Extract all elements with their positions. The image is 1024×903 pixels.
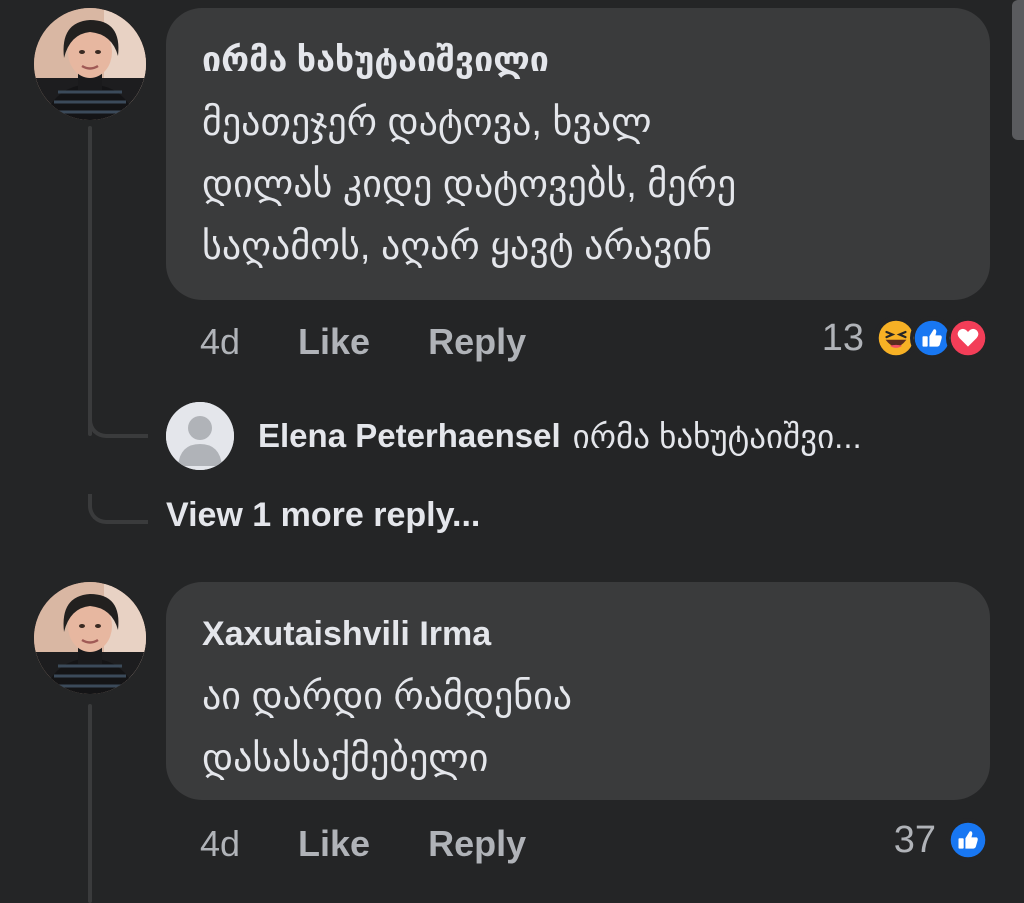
reply-button[interactable]: Reply <box>428 823 526 865</box>
like-button[interactable]: Like <box>298 321 370 363</box>
comment-text: აი დარდი რამდენია დასასაქმებელი <box>202 676 573 780</box>
avatar[interactable] <box>34 582 146 694</box>
reply-text: ირმა ხახუტაიშვი... <box>572 417 862 455</box>
comment-timestamp[interactable]: 4d <box>200 823 240 865</box>
profile-photo <box>34 8 146 120</box>
thread-branch <box>88 494 148 524</box>
comment-actions: 4d Like Reply <box>200 320 584 364</box>
reply-button[interactable]: Reply <box>428 321 526 363</box>
scrollbar-thumb[interactable] <box>1012 0 1024 140</box>
reactions-summary[interactable]: 37 <box>894 818 990 862</box>
comment-author[interactable]: Xaxutaishvili Irma <box>202 612 954 656</box>
default-avatar-icon[interactable] <box>166 402 234 470</box>
reaction-count: 37 <box>893 818 936 861</box>
like-icon <box>946 818 990 862</box>
comment-text: მეათეჯერ დატოვა, ხვალ დილას კიდე დატოვებ… <box>202 102 737 268</box>
comments-thread: ირმა ხახუტაიშვილი მეათეჯერ დატოვა, ხვალ … <box>0 0 1024 903</box>
reaction-count: 13 <box>821 316 864 359</box>
like-button[interactable]: Like <box>298 823 370 865</box>
comment-actions: 4d Like Reply <box>200 822 584 866</box>
reply-author[interactable]: Elena Peterhaensel <box>258 417 561 455</box>
scrollbar[interactable] <box>1010 0 1024 140</box>
love-icon <box>946 316 990 360</box>
reply-preview[interactable]: Elena Peterhaensel ირმა ხახუტაიშვი... <box>166 402 862 470</box>
thread-line <box>88 704 92 903</box>
thread-branch <box>88 408 148 438</box>
comment-bubble[interactable]: ირმა ხახუტაიშვილი მეათეჯერ დატოვა, ხვალ … <box>166 8 990 300</box>
avatar[interactable] <box>34 8 146 120</box>
comment-bubble[interactable]: Xaxutaishvili Irma აი დარდი რამდენია დას… <box>166 582 990 800</box>
view-more-replies-link[interactable]: View 1 more reply... <box>166 496 480 535</box>
reactions-summary[interactable]: 13 <box>822 316 990 360</box>
comment-author[interactable]: ირმა ხახუტაიშვილი <box>202 38 954 82</box>
comment-timestamp[interactable]: 4d <box>200 321 240 363</box>
profile-photo <box>34 582 146 694</box>
thread-line <box>88 126 92 436</box>
